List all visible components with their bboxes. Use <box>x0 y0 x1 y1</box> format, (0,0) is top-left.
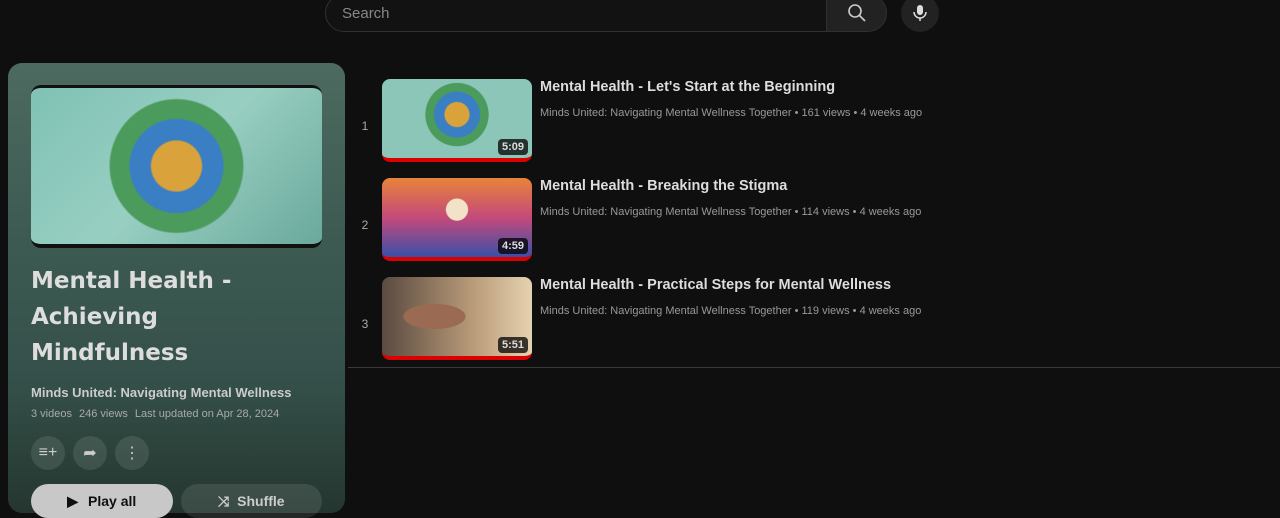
video-title[interactable]: Mental Health - Let's Start at the Begin… <box>540 79 922 95</box>
video-views: 119 views <box>801 305 850 317</box>
video-views: 114 views <box>801 206 850 218</box>
video-index: 1 <box>361 119 369 133</box>
video-thumbnail[interactable]: 4:59 <box>382 178 532 261</box>
video-thumbnail[interactable]: 5:09 <box>382 79 532 162</box>
playlist-add-icon: ≡+ <box>38 444 58 461</box>
play-all-label: Play all <box>88 493 137 509</box>
video-age: 4 weeks ago <box>859 305 922 317</box>
microphone-icon <box>913 5 927 21</box>
video-count: 3 videos <box>31 408 72 420</box>
video-title[interactable]: Mental Health - Breaking the Stigma <box>540 178 921 194</box>
video-views: 161 views <box>801 107 851 119</box>
video-index: 2 <box>361 218 369 232</box>
video-duration: 5:51 <box>497 337 528 353</box>
last-updated: Last updated on Apr 28, 2024 <box>134 408 280 420</box>
share-icon: ➦ <box>83 445 97 462</box>
video-title[interactable]: Mental Health - Practical Steps for Ment… <box>540 277 921 293</box>
search-box[interactable] <box>325 0 827 32</box>
channel-name[interactable]: Minds United: Navigating Mental Wellness… <box>540 206 792 218</box>
video-age: 4 weeks ago <box>859 206 922 218</box>
view-count: 246 views <box>78 408 128 420</box>
playlist-owner[interactable]: Minds United: Navigating Mental Wellness <box>31 385 322 400</box>
search-input[interactable] <box>342 4 810 22</box>
playlist-video-item[interactable]: 3 5:51 Mental Health - Practical Steps f… <box>348 270 1280 369</box>
playlist-title: Mental Health - Achieving Mindfulness <box>31 268 232 366</box>
playlist-header: Mental Health - Achieving Mindfulness Mi… <box>8 63 345 518</box>
search-icon <box>847 4 866 22</box>
share-button[interactable]: ➦ <box>73 436 107 470</box>
shuffle-button[interactable]: ⤨ Shuffle <box>180 484 322 518</box>
video-thumbnail[interactable]: 5:51 <box>382 277 532 360</box>
play-icon: ▶ <box>67 492 78 509</box>
channel-name[interactable]: Minds United: Navigating Mental Wellness… <box>540 305 792 317</box>
shuffle-label: Shuffle <box>237 493 285 509</box>
channel-name[interactable]: Minds United: Navigating Mental Wellness… <box>540 107 792 119</box>
play-all-button[interactable]: ▶ Play all <box>31 484 173 518</box>
video-index: 3 <box>361 317 369 331</box>
video-duration: 5:09 <box>497 139 528 155</box>
more-vert-icon: ⋮ <box>124 445 140 462</box>
save-playlist-button[interactable]: ≡+ <box>31 436 65 470</box>
search-button[interactable] <box>826 0 887 32</box>
video-age: 4 weeks ago <box>860 107 923 119</box>
playlist-video-list: 1 5:09 Mental Health - Let's Start at th… <box>348 72 1280 368</box>
more-actions-button[interactable]: ⋮ <box>115 436 149 470</box>
video-duration: 4:59 <box>497 238 528 254</box>
playlist-video-item[interactable]: 1 5:09 Mental Health - Let's Start at th… <box>348 72 1280 171</box>
playlist-video-item[interactable]: 2 4:59 Mental Health - Breaking the Stig… <box>348 171 1280 270</box>
shuffle-icon: ⤨ <box>217 492 230 509</box>
voice-search-button[interactable] <box>901 0 939 32</box>
playlist-thumbnail[interactable] <box>31 85 322 248</box>
